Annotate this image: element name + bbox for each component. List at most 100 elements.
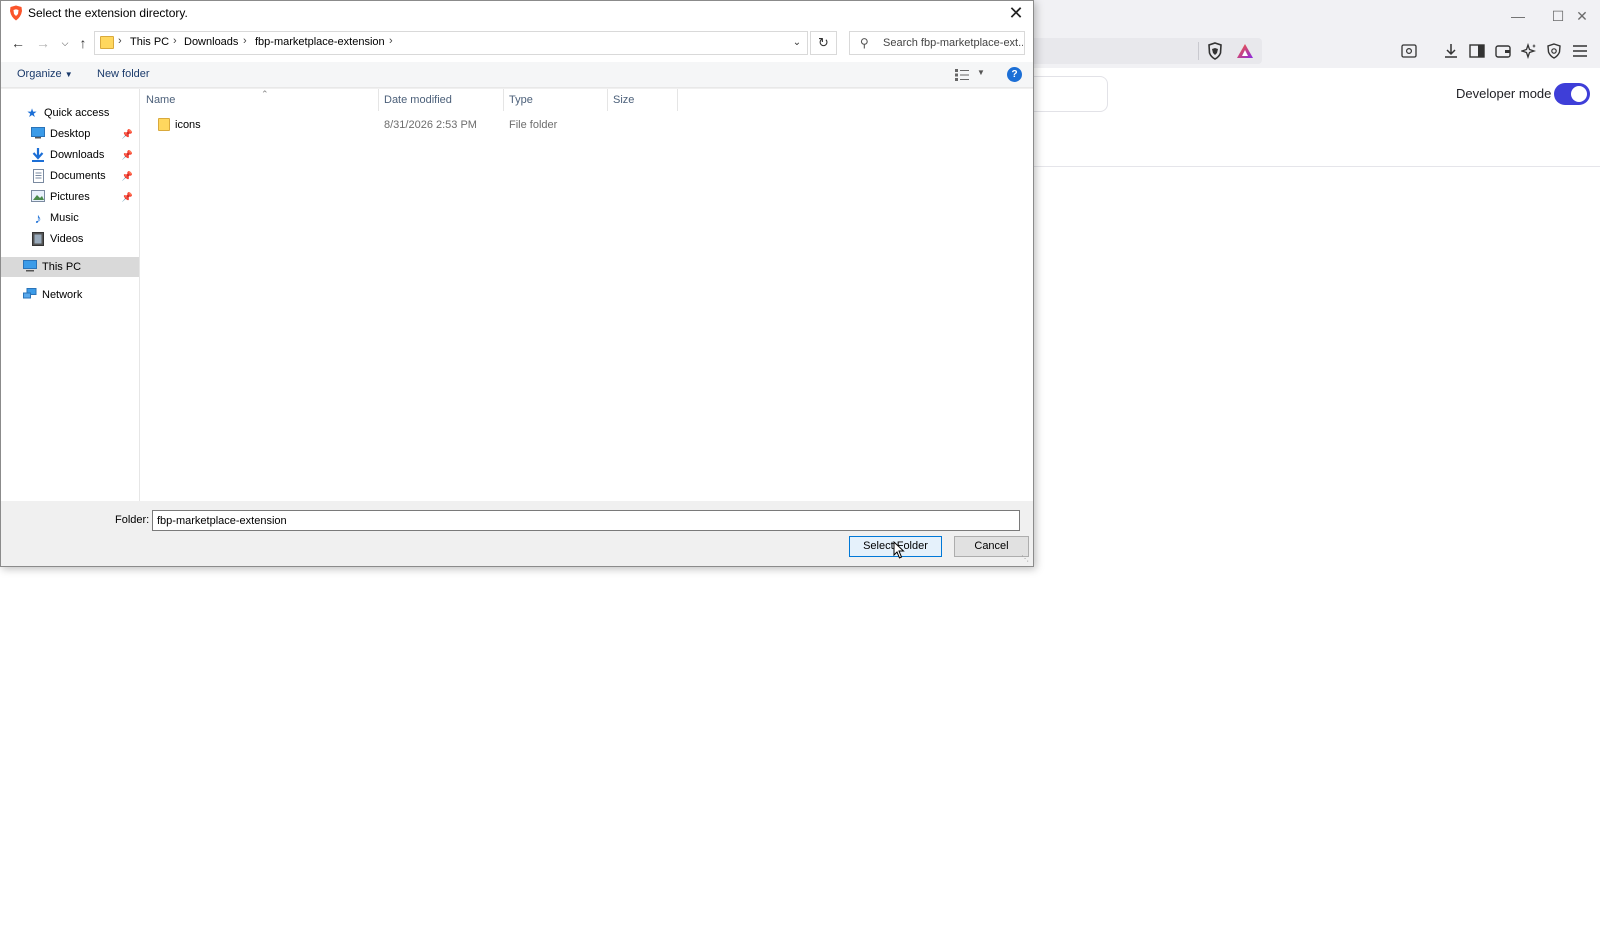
column-header-type[interactable]: Type (504, 89, 608, 111)
column-header-label: Type (509, 94, 533, 106)
leo-ai-icon[interactable] (1518, 40, 1540, 62)
recent-locations-chevron-icon[interactable]: ⌵ (56, 34, 74, 52)
column-header-date-modified[interactable]: Date modified (379, 89, 504, 111)
pin-icon[interactable]: 📌 (122, 171, 133, 182)
navigation-bar: ← → ⌵ ↑ › This PC › Downloads › fbp-mark… (1, 25, 1033, 62)
file-date-modified: 8/31/2026 2:53 PM (384, 119, 477, 131)
breadcrumb-this-pc[interactable]: This PC (130, 36, 169, 48)
computer-icon (23, 260, 37, 274)
caret-down-icon: ▼ (64, 70, 73, 79)
cancel-button[interactable]: Cancel (954, 536, 1029, 557)
dialog-titlebar: Select the extension directory. ✕ (1, 1, 1033, 25)
videos-icon (31, 232, 45, 246)
brave-shields-icon[interactable] (1204, 40, 1226, 62)
nav-item-label: Downloads (50, 149, 105, 161)
pin-icon[interactable]: 📌 (122, 150, 133, 161)
nav-item-label: This PC (42, 261, 82, 273)
help-icon[interactable]: ? (1007, 67, 1022, 82)
dialog-title: Select the extension directory. (28, 6, 188, 20)
file-type: File folder (509, 119, 558, 131)
brave-rewards-icon[interactable] (1234, 40, 1256, 62)
chevron-right-icon[interactable]: › (243, 35, 247, 47)
search-box[interactable]: ⚲ (849, 31, 1025, 55)
address-bar-divider (1198, 42, 1199, 60)
file-name[interactable]: icons (175, 115, 201, 135)
nav-item-label: Network (42, 289, 83, 301)
mouse-cursor-icon (893, 541, 905, 559)
search-input[interactable] (883, 33, 1023, 53)
chevron-right-icon[interactable]: › (389, 35, 393, 47)
chevron-right-icon[interactable]: › (173, 35, 177, 47)
documents-icon (31, 169, 45, 183)
nav-item-quick-access[interactable]: ★ Quick access (1, 103, 139, 123)
column-header-label: Size (613, 94, 635, 106)
new-folder-button[interactable]: New folder (97, 68, 150, 80)
column-header-label: Date modified (384, 94, 452, 106)
close-window-icon[interactable]: ✕ (1568, 6, 1596, 26)
folder-name-input[interactable] (152, 510, 1020, 531)
details-view-icon (955, 69, 969, 81)
nav-item-label: Quick access (44, 107, 110, 119)
download-icon[interactable] (1440, 40, 1462, 62)
nav-item-network[interactable]: Network (1, 285, 139, 305)
breadcrumb-fbp-marketplace-extension[interactable]: fbp-marketplace-extension (255, 36, 385, 48)
downloads-icon (31, 148, 45, 162)
pin-icon[interactable]: 📌 (122, 192, 133, 203)
pictures-icon (31, 190, 45, 204)
sort-ascending-icon: ⌃ (261, 89, 269, 99)
nav-item-this-pc[interactable]: This PC (1, 257, 139, 277)
column-header-size[interactable]: Size (608, 89, 678, 111)
refresh-icon[interactable]: ↻ (810, 31, 837, 55)
organize-label: Organize (17, 68, 62, 80)
back-arrow-icon[interactable]: ← (9, 34, 27, 52)
developer-mode-label: Developer mode (1456, 86, 1552, 101)
close-icon[interactable]: ✕ (1005, 2, 1027, 24)
nav-item-desktop[interactable]: Desktop 📌 (1, 124, 139, 144)
find-in-page-icon[interactable] (1398, 40, 1420, 62)
caret-down-icon: ▼ (977, 68, 985, 77)
nav-item-downloads[interactable]: Downloads 📌 (1, 145, 139, 165)
command-bar: Organize ▼ New folder ▼ ? (1, 62, 1033, 88)
nav-item-videos[interactable]: Videos (1, 229, 139, 249)
desktop-icon (31, 127, 45, 141)
nav-item-music[interactable]: ♪ Music (1, 208, 139, 228)
breadcrumb[interactable]: › This PC › Downloads › fbp-marketplace-… (94, 31, 808, 55)
folder-icon (158, 118, 170, 131)
dialog-footer: Folder: Select Folder Cancel ⋱ (1, 501, 1033, 566)
toggle-knob (1571, 86, 1587, 102)
select-folder-dialog: Select the extension directory. ✕ ← → ⌵ … (0, 0, 1034, 567)
nav-item-label: Pictures (50, 191, 90, 203)
developer-mode-toggle[interactable] (1554, 83, 1590, 105)
pin-icon[interactable]: 📌 (122, 129, 133, 140)
chevron-right-icon[interactable]: › (118, 35, 122, 47)
header-divider (1000, 166, 1600, 167)
sidebar-icon[interactable] (1466, 40, 1488, 62)
navigation-pane: ★ Quick access Desktop 📌 Downloads 📌 Doc… (1, 89, 140, 501)
search-icon: ⚲ (860, 36, 869, 50)
vpn-shield-icon[interactable] (1543, 40, 1565, 62)
menu-icon[interactable] (1569, 40, 1591, 62)
forward-arrow-icon[interactable]: → (34, 34, 52, 52)
nav-item-pictures[interactable]: Pictures 📌 (1, 187, 139, 207)
address-dropdown-icon[interactable]: ⌄ (787, 31, 808, 55)
wallet-icon[interactable] (1492, 40, 1514, 62)
nav-item-label: Videos (50, 233, 84, 245)
star-icon: ★ (26, 106, 38, 120)
minimize-icon[interactable]: — (1503, 6, 1533, 26)
network-icon (23, 288, 37, 302)
column-header-label: Name (146, 94, 176, 106)
change-view-button[interactable]: ▼ (955, 66, 991, 84)
column-header-name[interactable]: ⌃ Name (141, 89, 379, 111)
resize-grip-icon[interactable]: ⋱ (1021, 554, 1031, 564)
nav-item-label: Documents (50, 170, 106, 182)
nav-item-label: Desktop (50, 128, 91, 140)
up-arrow-icon[interactable]: ↑ (74, 34, 92, 52)
music-icon: ♪ (34, 210, 42, 226)
breadcrumb-downloads[interactable]: Downloads (184, 36, 238, 48)
nav-item-label: Music (50, 212, 79, 224)
table-row[interactable]: icons 8/31/2026 2:53 PM File folder (141, 115, 681, 135)
nav-item-documents[interactable]: Documents 📌 (1, 166, 139, 186)
dialog-content: ★ Quick access Desktop 📌 Downloads 📌 Doc… (1, 89, 1033, 501)
organize-button[interactable]: Organize ▼ (17, 68, 73, 80)
folder-label: Folder: (115, 514, 150, 526)
